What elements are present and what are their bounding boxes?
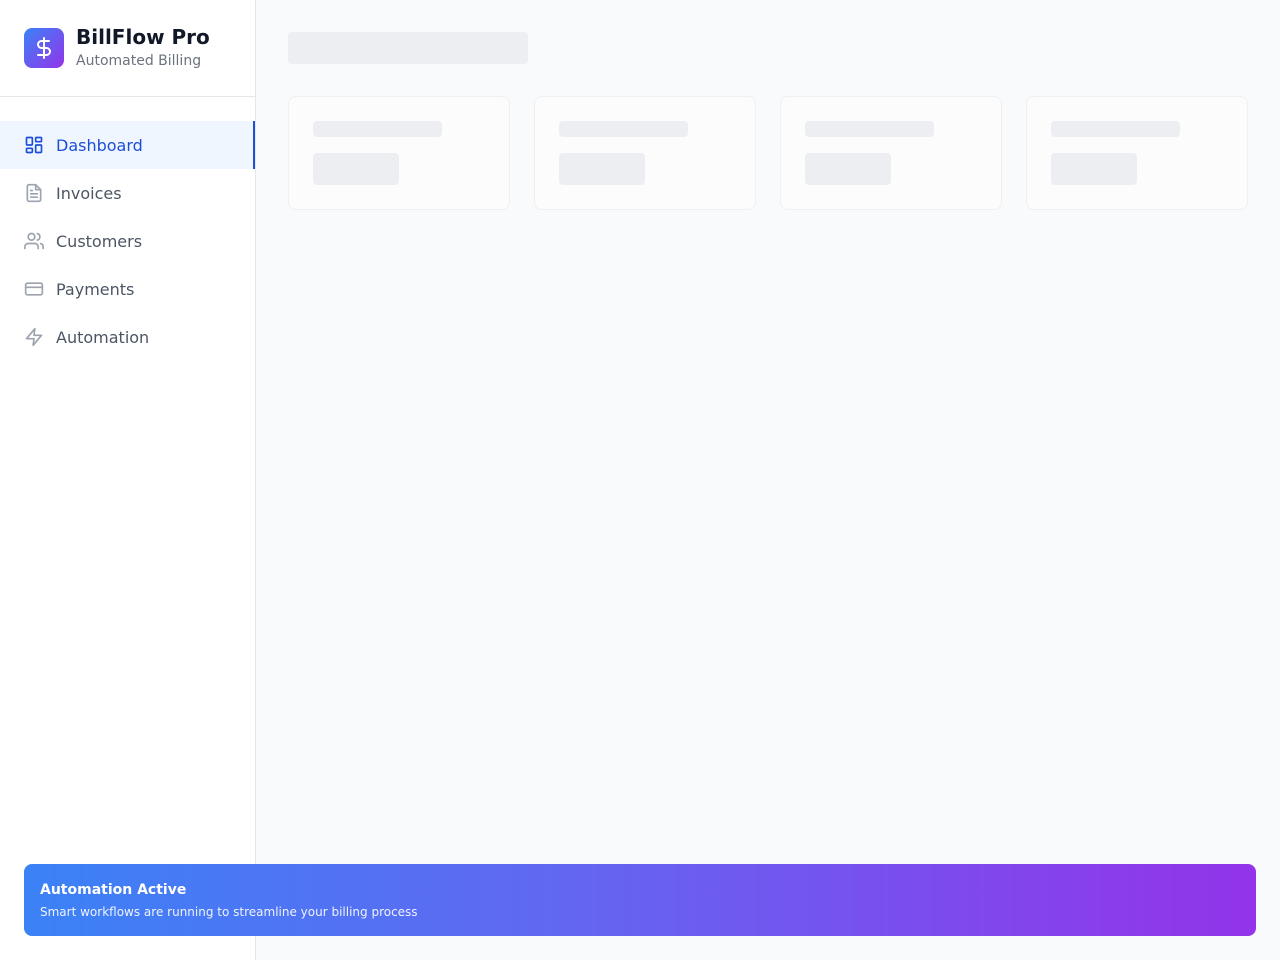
stat-value-skeleton xyxy=(805,153,891,185)
lightning-icon xyxy=(24,327,44,347)
sidebar-item-label: Dashboard xyxy=(56,135,143,155)
sidebar-nav: Dashboard Invoices Customers Payments Au… xyxy=(0,97,255,361)
stat-value-skeleton xyxy=(313,153,399,185)
sidebar-item-payments[interactable]: Payments xyxy=(0,265,255,313)
stat-label-skeleton xyxy=(313,121,442,137)
stat-card-skeleton xyxy=(1026,96,1248,210)
stat-card-skeleton xyxy=(288,96,510,210)
users-icon xyxy=(24,231,44,251)
dashboard-icon xyxy=(24,135,44,155)
brand-header: BillFlow Pro Automated Billing xyxy=(0,0,255,97)
stat-label-skeleton xyxy=(805,121,934,137)
document-icon xyxy=(24,183,44,203)
app: BillFlow Pro Automated Billing Dashboard xyxy=(0,0,1280,960)
stat-label-skeleton xyxy=(1051,121,1180,137)
sidebar-item-label: Automation xyxy=(56,327,150,347)
sidebar-item-customers[interactable]: Customers xyxy=(0,217,255,265)
brand-logo xyxy=(24,28,64,68)
banner-title: Automation Active xyxy=(40,882,187,898)
stat-card-skeleton xyxy=(780,96,1002,210)
brand-text: BillFlow Pro Automated Billing xyxy=(76,25,210,71)
sidebar: BillFlow Pro Automated Billing Dashboard xyxy=(0,0,256,960)
stat-value-skeleton xyxy=(559,153,645,185)
sidebar-item-label: Payments xyxy=(56,279,135,299)
stat-cards xyxy=(288,96,1248,210)
dollar-icon xyxy=(37,37,51,59)
sidebar-item-dashboard[interactable]: Dashboard xyxy=(0,121,255,169)
page-title-skeleton xyxy=(288,32,528,64)
sidebar-item-label: Invoices xyxy=(56,183,122,203)
sidebar-item-invoices[interactable]: Invoices xyxy=(0,169,255,217)
banner-text: Smart workflows are running to streamlin… xyxy=(40,905,418,919)
brand-subtitle: Automated Billing xyxy=(76,53,202,69)
sidebar-item-automation[interactable]: Automation xyxy=(0,313,255,361)
stat-value-skeleton xyxy=(1051,153,1137,185)
main-content xyxy=(256,0,1280,960)
sidebar-item-label: Customers xyxy=(56,231,143,251)
brand-title: BillFlow Pro xyxy=(76,25,210,49)
credit-card-icon xyxy=(24,279,44,299)
stat-label-skeleton xyxy=(559,121,688,137)
automation-banner: Automation Active Smart workflows are ru… xyxy=(24,864,1256,936)
stat-card-skeleton xyxy=(534,96,756,210)
